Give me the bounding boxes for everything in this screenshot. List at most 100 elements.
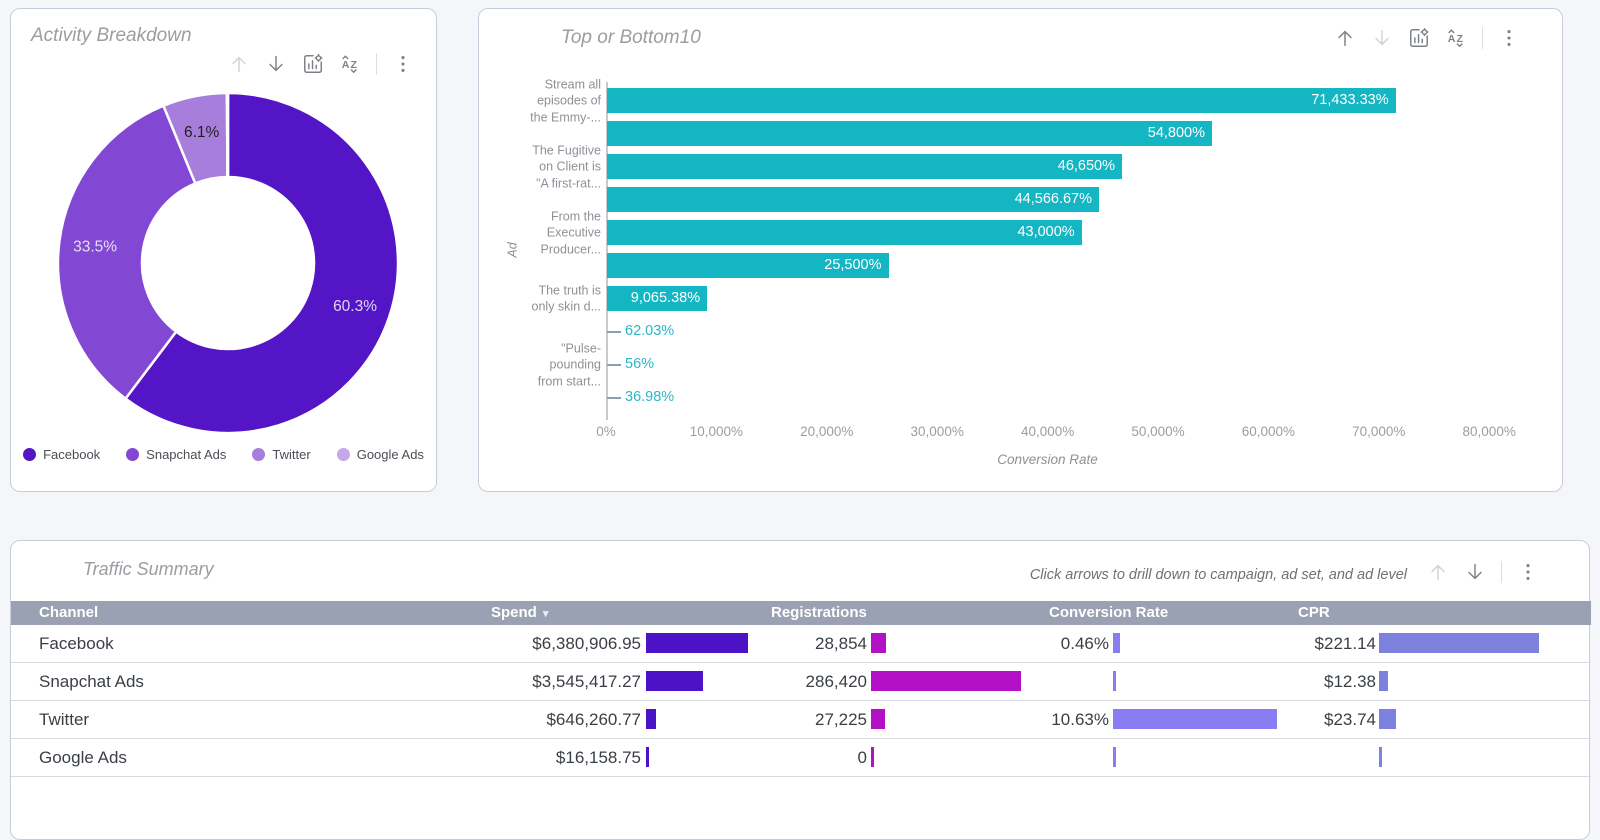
bar-value-label: 54,800%	[1148, 121, 1205, 146]
table-row-google-ads[interactable]: Google Ads $16,158.750	[11, 739, 1591, 777]
drill-down-icon[interactable]	[1464, 561, 1486, 583]
kebab-menu-icon[interactable]	[1498, 27, 1520, 49]
sort-az-icon[interactable]: AZ	[1445, 27, 1467, 49]
y-axis-category-label: The Fugitiveon Client is"A first-rat...	[479, 142, 601, 192]
bar-value-label: 36.98%	[625, 385, 674, 410]
drill-up-icon[interactable]	[228, 53, 250, 75]
registrations-value: 28,854	[617, 625, 867, 662]
channel-cell: Google Ads	[39, 739, 127, 776]
drill-up-icon[interactable]	[1334, 27, 1356, 49]
svg-text:A: A	[342, 59, 350, 71]
legend-label: Twitter	[272, 447, 310, 462]
x-axis-tick-label: 30,000%	[887, 424, 987, 439]
bar-value-label: 25,500%	[824, 253, 881, 278]
donut-slice-label: 60.3%	[333, 298, 377, 315]
toolbar-divider	[1501, 561, 1502, 583]
bar-value-label: 9,065.38%	[631, 286, 700, 311]
spend-value: $646,260.77	[391, 701, 641, 738]
chart-settings-icon[interactable]	[1408, 27, 1430, 49]
drill-up-icon[interactable]	[1427, 561, 1449, 583]
toolbar-divider	[376, 53, 377, 75]
cpr-value: $12.38	[1126, 663, 1376, 700]
drill-down-icon[interactable]	[265, 53, 287, 75]
kebab-menu-icon[interactable]	[392, 53, 414, 75]
channel-cell: Facebook	[39, 625, 114, 662]
legend-item-facebook[interactable]: Facebook	[23, 447, 100, 462]
bar-7[interactable]: 9,065.38%	[607, 286, 707, 311]
bar-4[interactable]: 44,566.67%	[607, 187, 1099, 212]
table-body: Facebook$6,380,906.9528,8540.46%$221.14S…	[11, 625, 1591, 777]
bar-1[interactable]: 71,433.33%	[607, 88, 1396, 113]
donut-slice-google-ads[interactable]	[227, 93, 228, 177]
legend-dot	[126, 448, 139, 461]
registrations-value: 27,225	[617, 701, 867, 738]
x-axis-tick-label: 10,000%	[666, 424, 766, 439]
column-header-registrations[interactable]: Registrations	[771, 601, 867, 625]
card-title: Top or Bottom10	[561, 27, 701, 49]
legend-label: Facebook	[43, 447, 100, 462]
table-row-snapchat-ads[interactable]: Snapchat Ads$3,545,417.27286,420$12.38	[11, 663, 1591, 701]
bar-tick	[607, 364, 621, 366]
toolbar-divider	[1482, 27, 1483, 49]
cpr-bar	[1379, 747, 1382, 767]
cpr-value: $221.14	[1126, 625, 1376, 662]
column-header-conversion-rate[interactable]: Conversion Rate	[1049, 601, 1168, 625]
legend-label: Google Ads	[357, 447, 424, 462]
x-axis-tick-label: 20,000%	[777, 424, 877, 439]
y-axis-category-label: The truth isonly skin d...	[479, 282, 601, 315]
donut-slice-label: 6.1%	[184, 124, 220, 141]
registrations-bar	[871, 671, 1021, 691]
x-axis-tick-label: 0%	[556, 424, 656, 439]
column-header-spend[interactable]: Spend▾	[491, 601, 548, 626]
cpr-bar	[1379, 633, 1539, 653]
registrations-bar	[871, 747, 874, 767]
legend-item-snapchat-ads[interactable]: Snapchat Ads	[126, 447, 226, 462]
x-axis-title: Conversion Rate	[606, 452, 1489, 467]
x-axis-tick-label: 70,000%	[1329, 424, 1429, 439]
y-axis-category-label: Stream allepisodes ofthe Emmy-...	[479, 76, 601, 126]
bar-value-label: 43,000%	[1017, 220, 1074, 245]
bar-value-label: 71,433.33%	[1311, 88, 1388, 113]
bar-6[interactable]: 25,500%	[607, 253, 889, 278]
y-axis-category-label: "Pulse-poundingfrom start...	[479, 340, 601, 390]
bar-2[interactable]: 54,800%	[607, 121, 1212, 146]
bar-5[interactable]: 43,000%	[607, 220, 1082, 245]
channel-cell: Twitter	[39, 701, 89, 738]
card-title: Activity Breakdown	[31, 25, 192, 47]
column-header-cpr[interactable]: CPR	[1298, 601, 1330, 625]
bar-value-label: 62.03%	[625, 319, 674, 344]
cpr-bar	[1379, 709, 1396, 729]
sort-az-icon[interactable]: AZ	[339, 53, 361, 75]
cpr-bar	[1379, 671, 1388, 691]
column-header-channel[interactable]: Channel	[39, 601, 98, 625]
card-toolbar: AZ	[1334, 27, 1520, 49]
conversion_rate-bar	[1113, 633, 1120, 653]
x-axis-tick-label: 40,000%	[998, 424, 1098, 439]
bar-tick	[607, 331, 621, 333]
top-or-bottom10-card: Top or Bottom10 AZ Ad Stream allepisodes…	[478, 8, 1563, 492]
registrations-value: 0	[617, 739, 867, 776]
legend-dot	[337, 448, 350, 461]
traffic-summary-card: Traffic Summary Click arrows to drill do…	[10, 540, 1590, 840]
conversion_rate-value: 10.63%	[859, 701, 1109, 738]
drill-down-icon[interactable]	[1371, 27, 1393, 49]
chart-settings-icon[interactable]	[302, 53, 324, 75]
legend-dot	[23, 448, 36, 461]
card-title: Traffic Summary	[83, 559, 214, 580]
bar-tick	[607, 397, 621, 399]
bar-3[interactable]: 46,650%	[607, 154, 1122, 179]
bar-plot-area: 71,433.33% 54,800% 46,650% 44,566.67% 43,000…	[607, 84, 1557, 420]
legend-item-google-ads[interactable]: Google Ads	[337, 447, 424, 462]
kebab-menu-icon[interactable]	[1517, 561, 1539, 583]
table-row-facebook[interactable]: Facebook$6,380,906.9528,8540.46%$221.14	[11, 625, 1591, 663]
legend-item-twitter[interactable]: Twitter	[252, 447, 310, 462]
donut-legend: Facebook Snapchat Ads Twitter Google Ads	[11, 447, 436, 462]
y-axis-category-label: From theExecutiveProducer...	[479, 208, 601, 258]
table-row-twitter[interactable]: Twitter$646,260.7727,22510.63%$23.74	[11, 701, 1591, 739]
conversion_rate-bar	[1113, 671, 1116, 691]
registrations-value: 286,420	[617, 663, 867, 700]
card-toolbar	[1427, 561, 1539, 583]
donut-chart[interactable]: 60.3%33.5%6.1%	[48, 83, 408, 443]
spend-value: $16,158.75	[391, 739, 641, 776]
drill-hint-text: Click arrows to drill down to campaign, …	[1030, 567, 1407, 583]
